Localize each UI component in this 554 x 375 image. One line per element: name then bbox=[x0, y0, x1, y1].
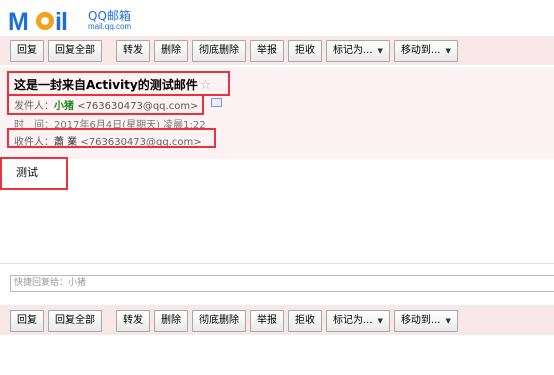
subject-highlight-box bbox=[7, 71, 230, 96]
bottom-toolbar: 回复 回复全部 转发 删除 彻底删除 举报 拒收 标记为... ▼ 移动到... ▼ bbox=[10, 310, 458, 332]
mark-as-label: 标记为... bbox=[333, 315, 373, 326]
delete-button[interactable]: 删除 bbox=[154, 310, 188, 332]
chevron-down-icon: ▼ bbox=[377, 47, 383, 55]
move-to-label: 移动到... bbox=[400, 45, 441, 56]
logo-letter-m: M bbox=[8, 8, 29, 36]
body-highlight-box bbox=[0, 157, 68, 190]
move-to-label: 移动到... bbox=[400, 315, 441, 326]
sender-highlight-box bbox=[7, 94, 204, 115]
delete-permanently-button[interactable]: 彻底删除 bbox=[192, 40, 246, 62]
move-to-dropdown[interactable]: 移动到... ▼ bbox=[393, 310, 458, 332]
chevron-down-icon: ▼ bbox=[445, 47, 451, 55]
mark-as-dropdown[interactable]: 标记为... ▼ bbox=[326, 40, 390, 62]
reject-button[interactable]: 拒收 bbox=[288, 40, 322, 62]
mark-as-label: 标记为... bbox=[333, 45, 373, 56]
logo-letters-il: il bbox=[55, 8, 68, 36]
move-to-dropdown[interactable]: 移动到... ▼ bbox=[393, 40, 458, 62]
delete-button[interactable]: 删除 bbox=[154, 40, 188, 62]
reply-all-button[interactable]: 回复全部 bbox=[48, 40, 102, 62]
reply-button[interactable]: 回复 bbox=[10, 40, 44, 62]
logo-domain-text: mail.qq.com bbox=[88, 22, 132, 31]
reply-button[interactable]: 回复 bbox=[10, 310, 44, 332]
reply-all-button[interactable]: 回复全部 bbox=[48, 310, 102, 332]
divider bbox=[0, 263, 554, 264]
forward-button[interactable]: 转发 bbox=[116, 310, 150, 332]
logo-circle-icon bbox=[36, 12, 54, 30]
delete-permanently-button[interactable]: 彻底删除 bbox=[192, 310, 246, 332]
reject-button[interactable]: 拒收 bbox=[288, 310, 322, 332]
forward-button[interactable]: 转发 bbox=[116, 40, 150, 62]
chevron-down-icon: ▼ bbox=[377, 317, 383, 325]
top-toolbar: 回复 回复全部 转发 删除 彻底删除 举报 拒收 标记为... ▼ 移动到... ▼ bbox=[10, 40, 458, 62]
report-button[interactable]: 举报 bbox=[250, 310, 284, 332]
recipient-highlight-box bbox=[7, 128, 216, 148]
quick-reply-input[interactable]: 快捷回复给：小猪 bbox=[10, 275, 554, 292]
qq-mail-logo[interactable]: M il QQ邮箱 mail.qq.com bbox=[8, 4, 148, 36]
mark-as-dropdown[interactable]: 标记为... ▼ bbox=[326, 310, 390, 332]
quick-reply-placeholder: 快捷回复给：小猪 bbox=[14, 278, 87, 288]
contact-card-icon[interactable] bbox=[211, 98, 222, 107]
report-button[interactable]: 举报 bbox=[250, 40, 284, 62]
chevron-down-icon: ▼ bbox=[445, 317, 451, 325]
